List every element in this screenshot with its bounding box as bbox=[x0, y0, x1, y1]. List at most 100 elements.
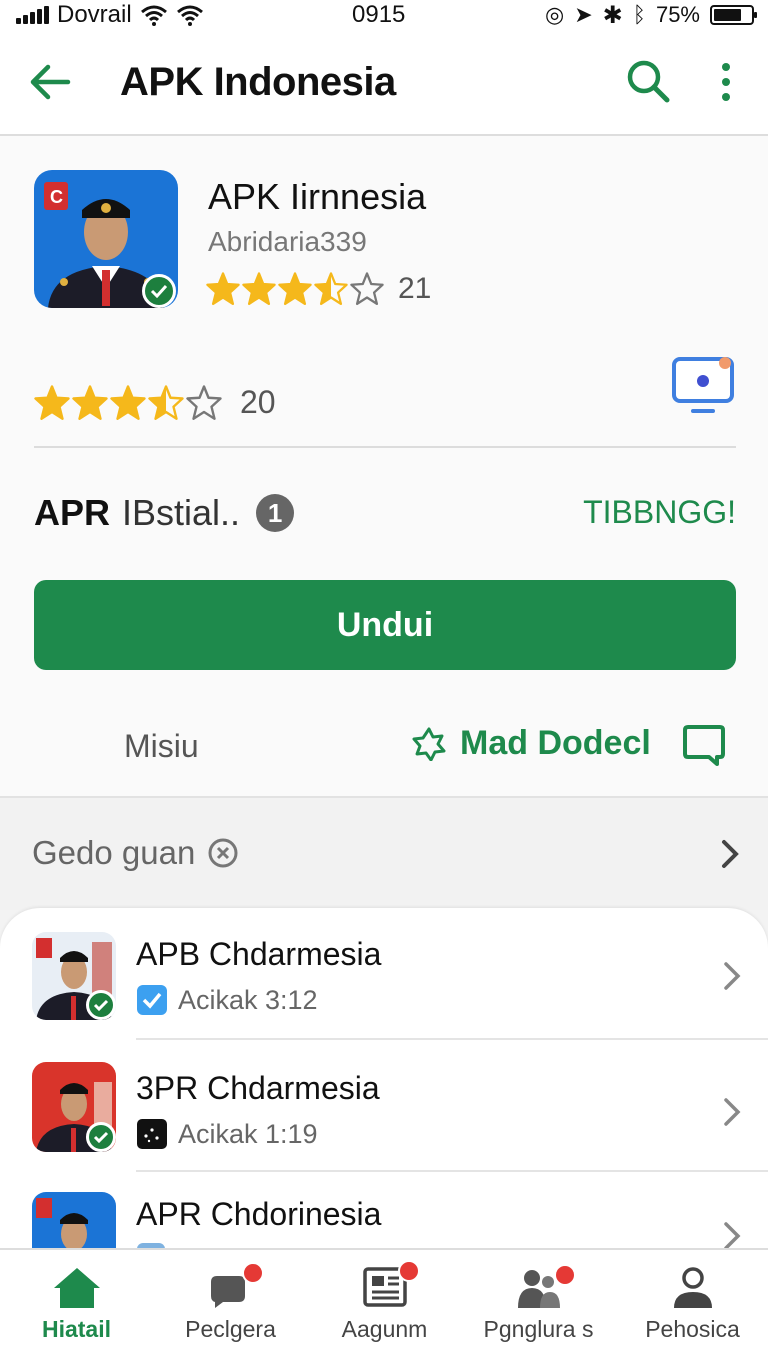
star-full-icon bbox=[72, 384, 108, 420]
install-title: APR bbox=[34, 492, 111, 533]
more-button[interactable] bbox=[708, 58, 744, 106]
app-name: APK Iirnnesia bbox=[208, 176, 427, 217]
nav-item-profile[interactable]: Pehosica bbox=[616, 1250, 768, 1346]
install-info-row: APR IBstial.. 1 bbox=[34, 492, 295, 534]
arrow-left-icon bbox=[30, 64, 71, 100]
signal-icon bbox=[16, 6, 49, 24]
install-subtitle: IBstial.. bbox=[122, 492, 241, 533]
nav-label: Hiatail bbox=[41, 1316, 112, 1342]
page-title: APK Indonesia bbox=[120, 60, 396, 104]
star-full-icon bbox=[278, 272, 312, 306]
app-bar: APK Indonesia bbox=[0, 30, 768, 136]
circle-x-icon bbox=[208, 838, 238, 868]
battery-icon bbox=[710, 5, 757, 25]
install-action-link[interactable]: TIBBNGG! bbox=[583, 494, 736, 531]
nav-label: Pgnglura s bbox=[483, 1316, 594, 1342]
section-title-group: Gedo guan bbox=[32, 834, 239, 872]
nav-label: Peclgera bbox=[185, 1316, 276, 1342]
chevron-right-icon bbox=[722, 840, 739, 868]
divider bbox=[34, 446, 736, 448]
secondary-right-label: Mad Dodecl bbox=[460, 724, 651, 762]
secondary-right-action[interactable]: Mad Dodecl bbox=[412, 724, 651, 763]
rating-stars bbox=[206, 272, 384, 306]
star-empty-icon bbox=[186, 384, 222, 420]
notification-dot bbox=[242, 1262, 264, 1284]
more-vertical-icon bbox=[722, 63, 730, 101]
app-icon bbox=[32, 1192, 116, 1248]
cast-button[interactable] bbox=[670, 352, 738, 420]
rating-row: 20 bbox=[34, 384, 276, 421]
rating-count: 21 bbox=[398, 272, 432, 305]
blue-check-icon bbox=[137, 985, 167, 1015]
verified-badge-icon bbox=[86, 990, 116, 1020]
star-empty-icon bbox=[350, 272, 384, 306]
download-button[interactable]: Undui bbox=[34, 580, 736, 670]
back-button[interactable] bbox=[24, 58, 76, 106]
related-apps-list: APB Chdarmesia Acikak 3:12 3PR Chdarmesi… bbox=[0, 908, 768, 1248]
chat-button[interactable] bbox=[680, 722, 728, 770]
cast-screen-icon bbox=[672, 357, 734, 413]
nav-label: Aagunm bbox=[341, 1316, 428, 1342]
list-item-name: APB Chdarmesia bbox=[136, 936, 382, 972]
list-item-meta: Acikak 3:12 bbox=[136, 984, 318, 1016]
star-full-icon bbox=[110, 384, 146, 420]
section-header[interactable]: Gedo guan bbox=[0, 798, 768, 910]
list-item[interactable]: APR Chdorinesia bbox=[0, 1172, 768, 1248]
header-rating: 21 bbox=[206, 272, 431, 306]
wifi-icon bbox=[176, 5, 203, 26]
status-left: Dovrail bbox=[16, 0, 204, 30]
developer-name[interactable]: Abridaria339 bbox=[208, 226, 367, 258]
list-item-name: 3PR Chdarmesia bbox=[136, 1070, 380, 1106]
app-icon bbox=[32, 932, 116, 1020]
star-full-icon bbox=[206, 272, 240, 306]
rating-stars bbox=[34, 384, 222, 421]
star-half-icon bbox=[148, 384, 184, 420]
notification-dot bbox=[554, 1264, 576, 1286]
verified-badge-icon bbox=[86, 1122, 116, 1152]
clock: 0915 bbox=[352, 1, 406, 28]
asterisk-icon: ✱ bbox=[602, 1, 623, 29]
star-full-icon bbox=[34, 384, 70, 420]
list-item-meta-text: Acikak 3:12 bbox=[178, 984, 318, 1015]
chevron-right-icon bbox=[724, 1098, 741, 1126]
list-item-meta: Acikak 1:19 bbox=[136, 1118, 318, 1150]
nav-item-home[interactable]: Hiatail bbox=[0, 1250, 153, 1346]
nav-item-chat[interactable]: Peclgera bbox=[154, 1250, 307, 1346]
status-right: ◎ ➤ ✱ ᛒ 75% bbox=[545, 0, 757, 30]
rating-count: 20 bbox=[240, 384, 276, 420]
bottom-navigation: Hiatail Peclgera Aagunm Pgnglura s Pehos… bbox=[0, 1248, 768, 1346]
chat-bubble-icon bbox=[683, 725, 725, 766]
secondary-left-link[interactable]: Misiu bbox=[124, 728, 199, 765]
nav-item-news[interactable]: Aagunm bbox=[308, 1250, 461, 1346]
star-half-icon bbox=[314, 272, 348, 306]
list-item[interactable]: 3PR Chdarmesia Acikak 1:19 bbox=[0, 1040, 768, 1172]
location-icon: ➤ bbox=[574, 2, 593, 27]
battery-percent: 75% bbox=[655, 2, 700, 27]
nav-item-people[interactable]: Pgnglura s bbox=[462, 1250, 615, 1346]
app-icon[interactable]: C bbox=[34, 170, 178, 308]
home-icon bbox=[53, 1268, 100, 1308]
list-item-meta-text: Acikak 1:19 bbox=[178, 1118, 318, 1149]
chevron-right-icon bbox=[724, 962, 741, 990]
carrier-name: Dovrail bbox=[57, 1, 132, 28]
battery-level bbox=[714, 9, 741, 21]
search-button[interactable] bbox=[622, 54, 674, 108]
verified-badge-icon bbox=[142, 274, 176, 308]
status-bar: Dovrail 0915 ◎ ➤ ✱ ᛒ 75% bbox=[0, 0, 768, 30]
count-badge: 1 bbox=[256, 494, 295, 532]
person-icon bbox=[673, 1267, 712, 1308]
nav-label: Pehosica bbox=[645, 1316, 740, 1342]
list-item[interactable]: APB Chdarmesia Acikak 3:12 bbox=[0, 908, 768, 1040]
star-full-icon bbox=[242, 272, 276, 306]
search-icon bbox=[627, 60, 670, 103]
app-icon bbox=[32, 1062, 116, 1152]
section-title: Gedo guan bbox=[32, 834, 196, 871]
app-detail-card: C APK Iirnnesia Abridaria339 21 20 APR I… bbox=[0, 136, 768, 798]
dark-square-icon bbox=[137, 1119, 167, 1149]
chevron-right-icon bbox=[724, 1222, 741, 1248]
bluetooth-icon: ᛒ bbox=[632, 2, 646, 27]
portrait-image bbox=[32, 1192, 116, 1248]
notification-dot bbox=[398, 1260, 420, 1282]
svg-text:C: C bbox=[50, 187, 63, 207]
badge-star-icon bbox=[412, 727, 446, 761]
